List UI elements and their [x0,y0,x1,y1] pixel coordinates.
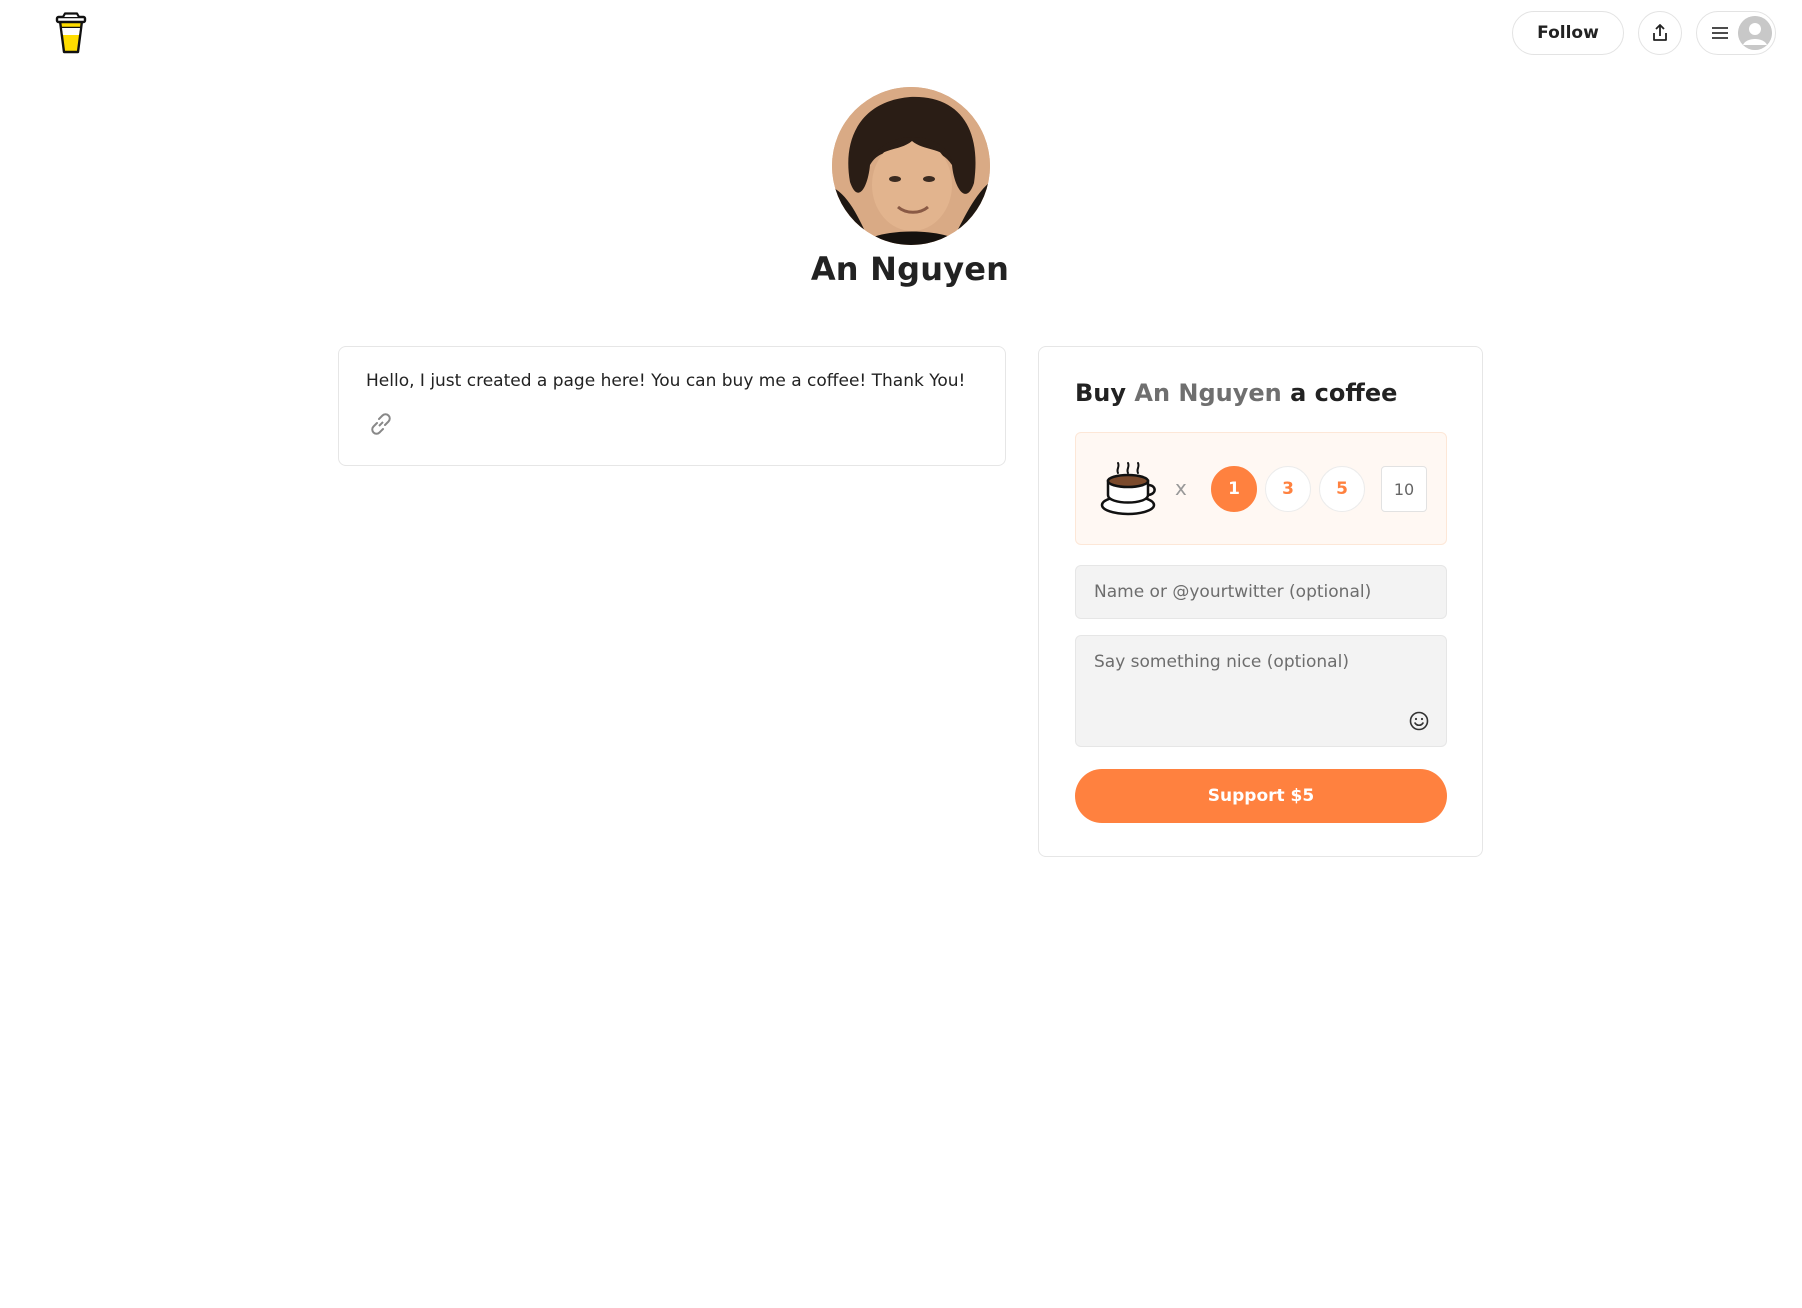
message-input[interactable] [1076,636,1446,746]
about-text: Hello, I just created a page here! You c… [366,371,966,391]
support-card: Buy An Nguyen a coffee x 1 3 5 10 Name o… [1038,346,1483,857]
about-card: Hello, I just created a page here! You c… [338,346,1006,466]
support-title-prefix: Buy [1075,379,1127,407]
hamburger-menu-icon [1712,27,1728,39]
share-icon [1653,24,1667,41]
follow-button[interactable]: Follow [1512,11,1624,55]
profile-name: An Nguyen [810,250,1010,288]
header-actions: Follow [1512,11,1776,55]
menu-button[interactable] [1696,11,1776,55]
support-title: Buy An Nguyen a coffee [1075,379,1397,407]
profile-photo [832,87,990,245]
quantity-option-5[interactable]: 5 [1319,466,1365,512]
coffee-cup-logo-icon[interactable] [54,12,88,54]
quantity-option-3[interactable]: 3 [1265,466,1311,512]
share-button[interactable] [1638,11,1682,55]
page: Follow An Nguyen Hello, I just created a… [0,0,1802,1308]
support-title-suffix: a coffee [1290,379,1398,407]
coffee-cup-icon [1100,461,1158,517]
name-input[interactable] [1075,565,1447,619]
support-button[interactable]: Support $5 [1075,769,1447,823]
multiply-sign: x [1175,476,1187,500]
quantity-option-1[interactable]: 1 [1211,466,1257,512]
coffee-quantity-selector: x 1 3 5 10 [1075,432,1447,545]
link-icon[interactable] [368,411,394,437]
message-field [1075,635,1447,747]
smiley-icon[interactable] [1408,710,1430,732]
custom-quantity-input[interactable]: 10 [1381,466,1427,512]
user-avatar-icon [1738,16,1772,50]
support-title-name: An Nguyen [1134,379,1282,407]
